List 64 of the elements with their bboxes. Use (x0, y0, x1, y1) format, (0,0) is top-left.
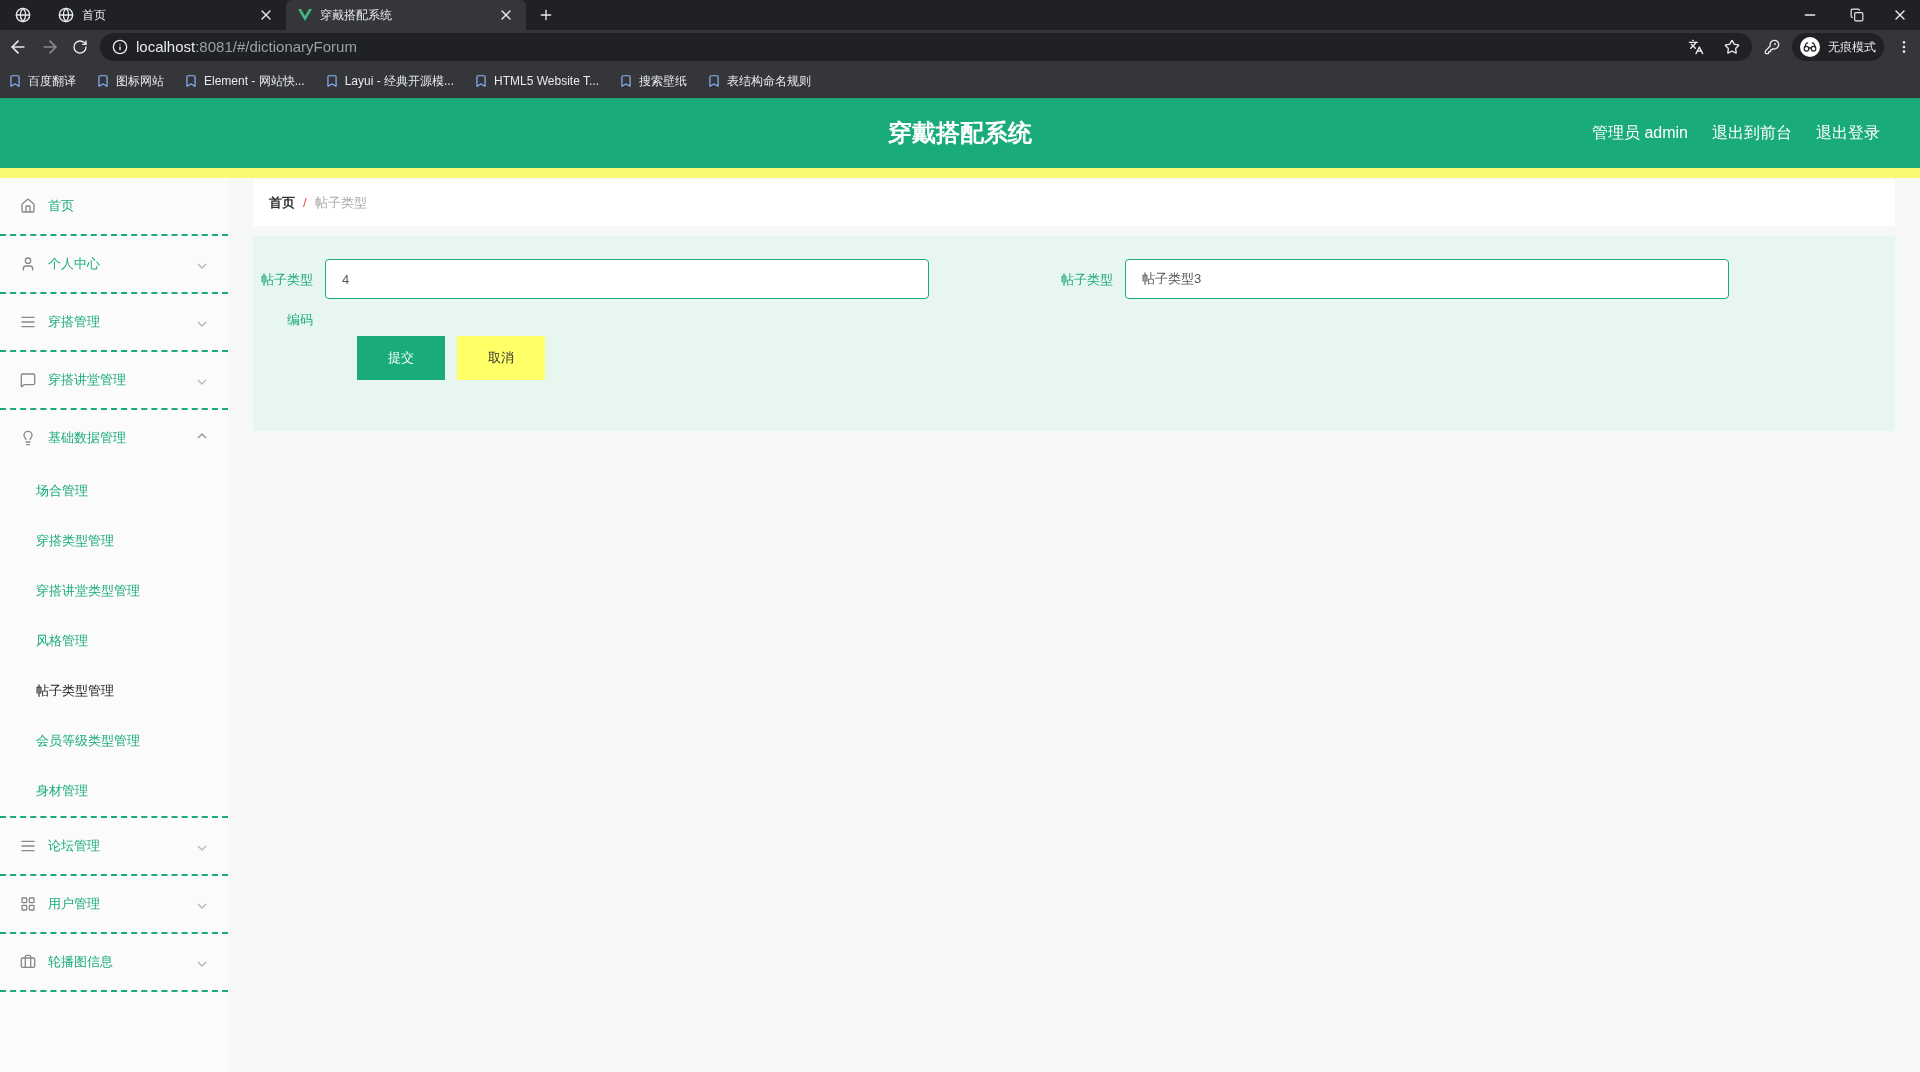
bookmark-item[interactable]: 图标网站 (96, 72, 164, 90)
field-label: 帖子类型 (1060, 271, 1113, 289)
bookmark-icon (96, 74, 110, 88)
menu-item[interactable]: 个人中心 (0, 236, 228, 292)
bookmark-item[interactable]: HTML5 Website T... (474, 72, 599, 90)
grid-icon (20, 896, 36, 912)
restore-icon[interactable] (1850, 8, 1864, 22)
breadcrumb-separator: / (303, 194, 307, 213)
bookmark-icon (707, 74, 721, 88)
user-icon (20, 256, 36, 272)
menu-item[interactable]: 首页 (0, 178, 228, 234)
submenu-item[interactable]: 会员等级类型管理 (0, 716, 228, 766)
reload-icon[interactable] (72, 39, 88, 55)
bookmark-item[interactable]: 搜索壁纸 (619, 72, 687, 90)
menu-item[interactable]: 穿搭管理 (0, 294, 228, 350)
key-icon[interactable] (1764, 39, 1780, 55)
home-icon (20, 198, 36, 214)
breadcrumb-item: 帖子类型 (314, 194, 367, 213)
bookmark-item[interactable]: Layui - 经典开源模... (324, 72, 455, 90)
submenu-item[interactable]: 场合管理 (0, 466, 228, 516)
list-icon (20, 838, 36, 854)
browser-tab[interactable]: 穿戴搭配系统 (286, 0, 526, 30)
text-field[interactable]: 4 (325, 259, 929, 299)
bookmark-item[interactable]: 百度翻译 (8, 72, 76, 90)
menu-item[interactable]: 轮播图信息 (0, 934, 228, 990)
submit-button[interactable]: 提交 (357, 336, 445, 380)
header-link[interactable]: 退出到前台 (1712, 121, 1792, 145)
bookmark-icon (8, 74, 22, 88)
submenu-item[interactable]: 穿搭类型管理 (0, 516, 228, 566)
briefcase-icon (20, 954, 36, 970)
text-field[interactable]: 帖子类型3 (1125, 259, 1729, 299)
list-icon (20, 314, 36, 330)
submenu-item[interactable]: 帖子类型管理 (0, 666, 228, 716)
bookmark-item[interactable]: 表结构命名规则 (707, 72, 811, 90)
bookmark-icon (324, 74, 339, 88)
bookmark-item[interactable]: Element - 网站快... (184, 72, 305, 90)
field-label: 帖子类型编码 (260, 271, 313, 329)
bookmark-icon (184, 74, 198, 88)
cancel-button[interactable]: 取消 (457, 336, 545, 380)
menu-item[interactable]: 论坛管理 (0, 818, 228, 874)
new-tab-icon[interactable] (538, 7, 554, 23)
globe-icon (58, 7, 74, 23)
incognito-icon (1803, 40, 1817, 54)
translate-icon[interactable] (1688, 39, 1704, 55)
submenu-item[interactable]: 身材管理 (0, 766, 228, 816)
address-bar[interactable]: localhost:8081/#/dictionaryForum (100, 33, 1752, 61)
star-icon[interactable] (1724, 39, 1740, 55)
submenu-item[interactable]: 风格管理 (0, 616, 228, 666)
profile-button[interactable]: 无痕模式 (1792, 33, 1884, 61)
header-link[interactable]: 退出登录 (1816, 121, 1880, 145)
bookmark-icon (619, 74, 633, 88)
menu-item[interactable]: 穿搭讲堂管理 (0, 352, 228, 408)
chat-icon (20, 372, 36, 388)
v-logo-icon (298, 9, 312, 21)
globe-icon[interactable] (15, 7, 31, 23)
bookmark-icon (474, 74, 489, 88)
info-icon[interactable] (112, 39, 128, 55)
lightbulb-icon (20, 430, 36, 446)
header-link[interactable]: 管理员 admin (1591, 121, 1688, 145)
menu-item[interactable]: 基础数据管理 (0, 410, 228, 466)
breadcrumb-item[interactable]: 首页 (269, 193, 295, 213)
submenu-item[interactable]: 穿搭讲堂类型管理 (0, 566, 228, 616)
menu-item[interactable]: 用户管理 (0, 876, 228, 932)
app-title: 穿戴搭配系统 (888, 118, 1032, 148)
